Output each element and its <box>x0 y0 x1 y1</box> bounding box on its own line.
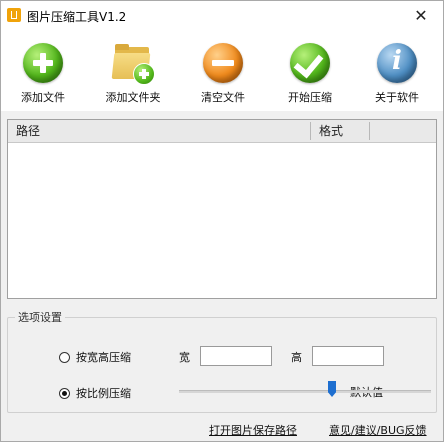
minus-circle-icon <box>201 41 245 85</box>
about-label: 关于软件 <box>375 91 419 104</box>
app-window: 图片压缩工具V1.2 ✕ 添加文件 添加文件夹 清空文件 开始压缩 i 关于软件… <box>0 0 444 442</box>
file-list-header: 路径 格式 <box>8 120 436 143</box>
clear-files-button[interactable]: 清空文件 <box>195 29 251 109</box>
column-divider[interactable] <box>369 122 370 140</box>
resize-by-dimensions-option[interactable]: 按宽高压缩 <box>59 349 131 365</box>
column-divider[interactable] <box>310 122 311 140</box>
open-save-path-link[interactable]: 打开图片保存路径 <box>209 422 297 438</box>
width-input[interactable] <box>200 346 272 366</box>
feedback-link[interactable]: 意见/建议/BUG反馈 <box>329 422 427 438</box>
file-list[interactable]: 路径 格式 <box>7 119 437 299</box>
close-button[interactable]: ✕ <box>399 1 443 29</box>
height-input[interactable] <box>312 346 384 366</box>
info-circle-icon: i <box>375 41 419 85</box>
column-header-format[interactable]: 格式 <box>319 120 343 142</box>
height-label: 高 <box>291 351 302 364</box>
about-button[interactable]: i 关于软件 <box>369 29 425 109</box>
add-file-button[interactable]: 添加文件 <box>15 29 71 109</box>
resize-by-ratio-radio[interactable] <box>59 387 70 399</box>
add-folder-label: 添加文件夹 <box>105 91 161 104</box>
start-compress-label: 开始压缩 <box>288 91 332 104</box>
ratio-slider-track[interactable] <box>179 390 431 393</box>
column-header-path[interactable]: 路径 <box>16 120 40 142</box>
toolbar: 添加文件 添加文件夹 清空文件 开始压缩 i 关于软件 <box>1 29 443 111</box>
resize-by-ratio-option[interactable]: 按比例压缩 <box>59 385 131 401</box>
checkmark-circle-icon <box>288 41 332 85</box>
start-compress-button[interactable]: 开始压缩 <box>282 29 338 109</box>
folder-plus-icon <box>111 41 155 85</box>
clear-files-label: 清空文件 <box>201 91 245 104</box>
resize-by-ratio-label: 按比例压缩 <box>76 387 131 400</box>
resize-by-dimensions-label: 按宽高压缩 <box>76 351 131 364</box>
resize-by-dimensions-radio[interactable] <box>59 351 70 363</box>
add-folder-button[interactable]: 添加文件夹 <box>101 29 165 109</box>
window-title: 图片压缩工具V1.2 <box>27 10 127 24</box>
title-bar: 图片压缩工具V1.2 ✕ <box>1 1 443 29</box>
plus-circle-icon <box>21 41 65 85</box>
add-file-label: 添加文件 <box>21 91 65 104</box>
width-label: 宽 <box>179 351 190 364</box>
app-icon <box>7 8 21 22</box>
options-group-title: 选项设置 <box>15 309 65 325</box>
